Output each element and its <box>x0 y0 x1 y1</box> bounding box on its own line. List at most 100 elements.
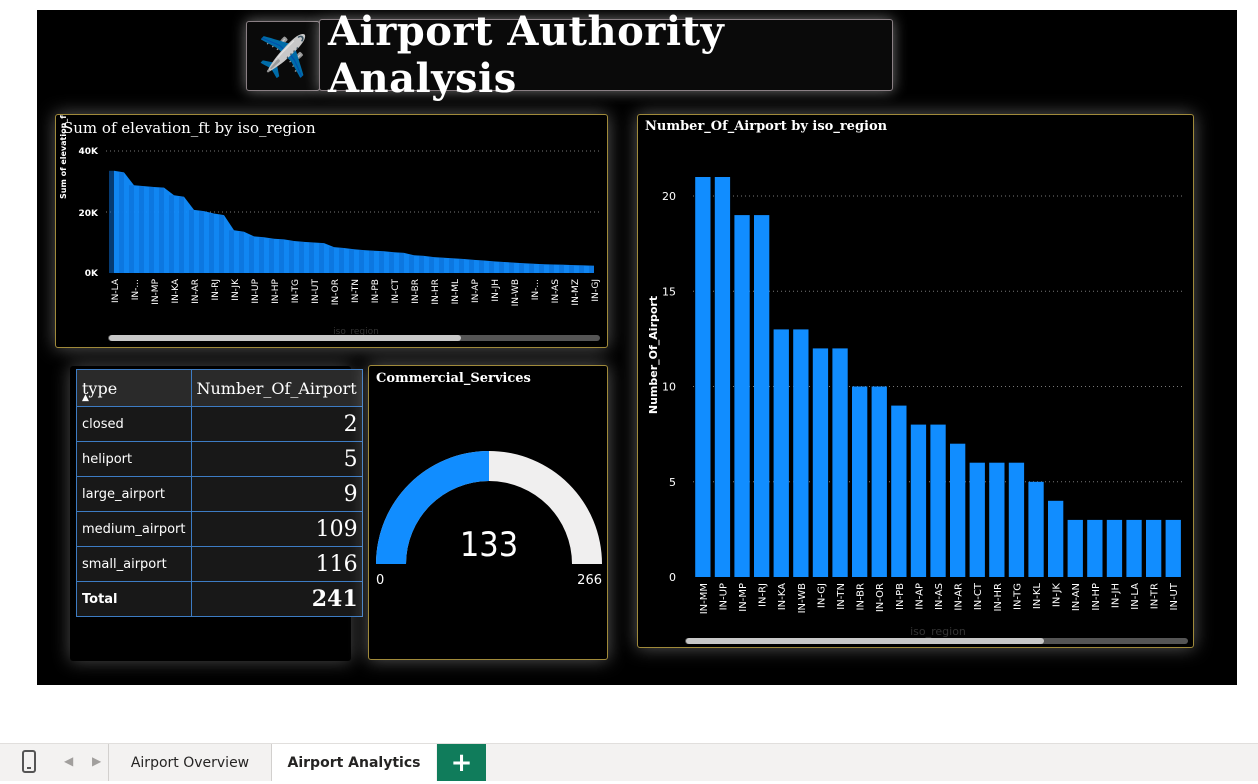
elevation-point[interactable] <box>519 263 524 273</box>
elevation-point[interactable] <box>439 257 444 274</box>
elevation-point[interactable] <box>379 251 384 273</box>
airport-bar[interactable] <box>950 443 966 577</box>
elevation-point[interactable] <box>539 264 544 273</box>
elevation-point[interactable] <box>139 186 144 273</box>
airport-bar[interactable] <box>1165 519 1181 577</box>
elevation-point[interactable] <box>159 187 164 273</box>
chevron-left-icon[interactable]: ◀ <box>64 754 73 768</box>
elevation-point[interactable] <box>179 196 184 274</box>
airport-y-tick: 0 <box>669 571 676 584</box>
elevation-point[interactable] <box>569 265 574 273</box>
elevation-point[interactable] <box>299 241 304 273</box>
airport-bar[interactable] <box>1106 519 1123 577</box>
commercial-services-gauge-panel[interactable]: Commercial_Services 133 0 266 <box>368 365 608 660</box>
elevation-point[interactable] <box>409 255 414 273</box>
elevation-x-tick: IN-BR <box>411 279 421 304</box>
airport-bar[interactable] <box>969 462 985 577</box>
airport-bar[interactable] <box>773 329 789 577</box>
elevation-point[interactable] <box>169 195 174 273</box>
elevation-point[interactable] <box>119 172 124 273</box>
airport-bar[interactable] <box>1146 519 1162 577</box>
table-row[interactable]: large_airport 9 <box>76 476 363 512</box>
airport-bar[interactable] <box>1028 481 1044 577</box>
phone-layout-icon[interactable] <box>22 750 36 773</box>
elevation-point[interactable] <box>259 237 264 273</box>
elevation-point[interactable] <box>429 257 434 273</box>
elevation-point[interactable] <box>129 185 134 273</box>
elevation-point[interactable] <box>189 209 194 273</box>
table-row[interactable]: small_airport 116 <box>76 546 363 582</box>
elevation-point[interactable] <box>149 187 154 273</box>
count-column-header[interactable]: Number_Of_Airport <box>190 369 363 407</box>
report-canvas: ✈️ Airport Authority Analysis Sum of ele… <box>37 8 1237 685</box>
tab-airport-overview[interactable]: Airport Overview <box>109 744 271 781</box>
elevation-point[interactable] <box>369 250 374 273</box>
elevation-point[interactable] <box>469 259 474 273</box>
elevation-point[interactable] <box>509 262 514 273</box>
elevation-point[interactable] <box>529 263 534 273</box>
elevation-point[interactable] <box>459 259 464 273</box>
type-column-header[interactable]: type ▲ <box>76 369 192 407</box>
elevation-chart[interactable]: Sum of elevation_ft 40K 20K 0K iso_regio… <box>56 115 607 347</box>
gauge-chart[interactable]: 133 0 266 <box>369 366 607 659</box>
airport-bar[interactable] <box>695 177 711 577</box>
airport-bar[interactable] <box>871 386 887 578</box>
elevation-point[interactable] <box>589 265 594 273</box>
elevation-point[interactable] <box>309 242 314 274</box>
airport-bar[interactable] <box>1126 519 1142 577</box>
elevation-point[interactable] <box>109 170 114 273</box>
elevation-point[interactable] <box>349 249 354 273</box>
airport-bar[interactable] <box>1048 500 1064 577</box>
elevation-point[interactable] <box>449 258 454 273</box>
elevation-point[interactable] <box>359 250 364 273</box>
table-row[interactable]: medium_airport 109 <box>76 511 363 547</box>
elevation-point[interactable] <box>289 241 294 273</box>
airport-bar[interactable] <box>910 424 927 577</box>
airport-bar[interactable] <box>891 405 907 577</box>
airport-scrollbar-thumb[interactable] <box>686 638 1044 644</box>
elevation-point[interactable] <box>279 239 284 273</box>
elevation-point[interactable] <box>389 252 394 273</box>
elevation-point[interactable] <box>339 248 344 273</box>
tab-airport-analytics[interactable]: Airport Analytics <box>272 744 436 784</box>
airport-bar[interactable] <box>812 348 829 577</box>
airport-bar[interactable] <box>989 462 1005 577</box>
airport-bar[interactable] <box>852 386 868 578</box>
elevation-point[interactable] <box>219 215 224 273</box>
elevation-point[interactable] <box>239 231 244 273</box>
elevation-point[interactable] <box>319 243 324 273</box>
elevation-point[interactable] <box>399 252 404 273</box>
elevation-point[interactable] <box>489 261 494 273</box>
elevation-point[interactable] <box>579 265 584 273</box>
elevation-point[interactable] <box>249 236 254 273</box>
airport-bar[interactable] <box>754 215 770 577</box>
elevation-chart-panel[interactable]: Sum of elevation_ft by iso_region Sum of… <box>55 114 608 348</box>
chevron-right-icon[interactable]: ▶ <box>92 754 101 768</box>
airport-count-chart[interactable]: Number_Of_Airport iso_region 20 15 10 5 0 IN-… <box>638 115 1193 647</box>
elevation-scrollbar-thumb[interactable] <box>109 335 461 341</box>
airport-bar[interactable] <box>930 424 946 577</box>
elevation-point[interactable] <box>419 255 424 273</box>
add-page-button[interactable]: + <box>437 744 486 781</box>
airport-count-chart-panel[interactable]: Number_Of_Airport by iso_region Number_O… <box>637 114 1194 648</box>
table-row[interactable]: heliport 5 <box>76 441 363 477</box>
airport-bar[interactable] <box>832 348 848 577</box>
airport-bar[interactable] <box>1008 462 1025 577</box>
elevation-point[interactable] <box>329 247 334 273</box>
elevation-point[interactable] <box>559 264 564 273</box>
airport-bar[interactable] <box>1087 519 1103 577</box>
airport-bar[interactable] <box>734 215 750 577</box>
elevation-x-tick: IN-MZ <box>571 279 581 306</box>
elevation-point[interactable] <box>499 262 504 273</box>
airport-bar[interactable] <box>714 177 731 577</box>
elevation-point[interactable] <box>269 238 274 273</box>
elevation-point[interactable] <box>479 260 484 274</box>
sort-ascending-icon[interactable]: ▲ <box>82 393 89 403</box>
airport-bar[interactable] <box>793 329 809 577</box>
elevation-point[interactable] <box>209 213 214 274</box>
elevation-point[interactable] <box>199 211 204 273</box>
elevation-point[interactable] <box>549 264 554 274</box>
table-row[interactable]: closed 2 <box>76 406 363 442</box>
elevation-point[interactable] <box>229 230 234 273</box>
airport-bar[interactable] <box>1067 519 1083 577</box>
